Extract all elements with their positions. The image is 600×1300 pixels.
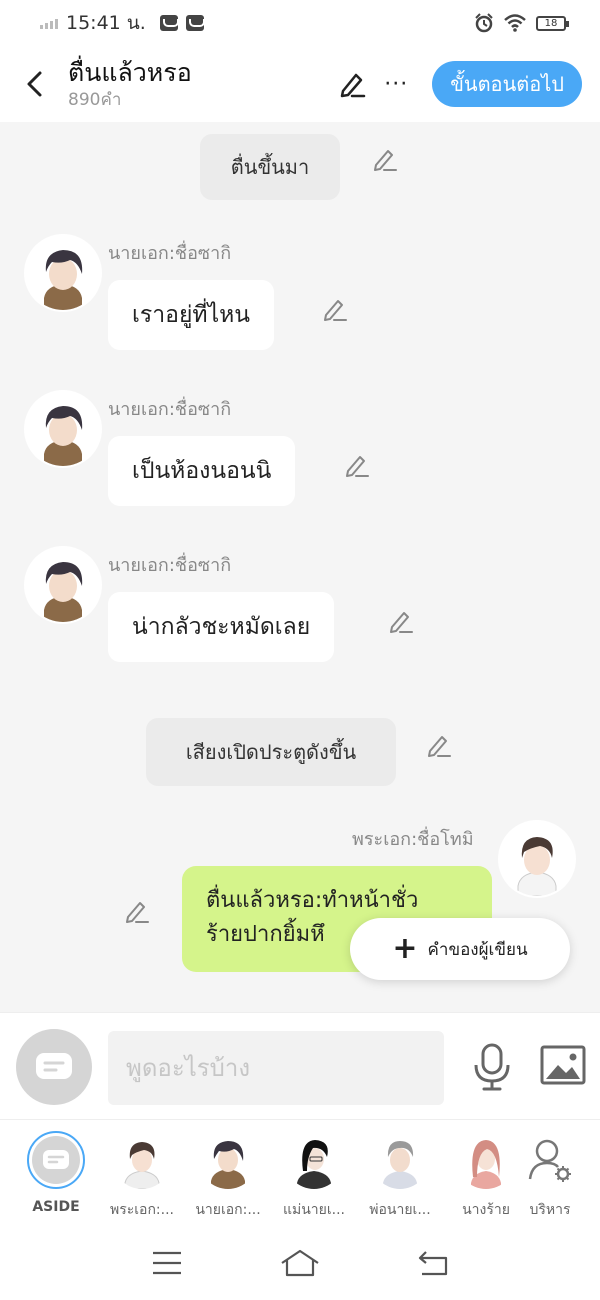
battery-icon: 18 bbox=[536, 15, 569, 31]
edit-message-icon[interactable] bbox=[320, 294, 350, 324]
back-arrow-icon bbox=[419, 1251, 448, 1276]
narration-bubble[interactable]: เสียงเปิดประตูดังขึ้น bbox=[146, 718, 396, 786]
header: ตื่นแล้วหรอ 890คำ ··· ขั้นตอนต่อไป bbox=[0, 46, 600, 122]
menu-icon bbox=[152, 1251, 181, 1275]
character-saki[interactable]: นายเอก:... bbox=[188, 1131, 268, 1221]
avatar-saki[interactable] bbox=[26, 548, 100, 622]
character-aside[interactable]: ASIDE bbox=[16, 1131, 96, 1215]
character-selector: ASIDE พระเอก:... นายเอก:... แม่นายเ... พ… bbox=[0, 1121, 600, 1226]
plus-icon: + bbox=[392, 931, 418, 966]
message-input[interactable] bbox=[108, 1031, 444, 1105]
edit-message-icon[interactable] bbox=[122, 896, 152, 926]
message-line: ตื่นแล้วหรอ:ทำหน้าชั่ว bbox=[206, 888, 419, 913]
speaker-name: นายเอก:ชื่อซากิ bbox=[108, 555, 232, 576]
aside-toggle-button[interactable] bbox=[16, 1029, 92, 1105]
page-title: ตื่นแล้วหรอ bbox=[68, 58, 192, 87]
avatar-saki[interactable] bbox=[26, 236, 100, 310]
next-step-button[interactable]: ขั้นตอนต่อไป bbox=[432, 61, 582, 107]
image-icon bbox=[540, 1045, 586, 1085]
home-nav-button[interactable] bbox=[278, 1245, 322, 1281]
character-tomi[interactable]: พระเอก:... bbox=[102, 1131, 182, 1221]
edit-narration-icon[interactable] bbox=[424, 730, 454, 760]
author-note-label: คำของผู้เขียน bbox=[427, 939, 528, 960]
back-nav-button[interactable] bbox=[411, 1245, 455, 1281]
user-settings-icon bbox=[528, 1139, 571, 1182]
back-button[interactable] bbox=[8, 54, 60, 114]
manage-characters-button[interactable]: บริหาร bbox=[510, 1131, 590, 1221]
author-note-button[interactable]: + คำของผู้เขียน bbox=[350, 918, 570, 980]
speaker-name: พระเอก:ชื่อโทมิ bbox=[352, 829, 474, 850]
chevron-left-icon bbox=[27, 71, 42, 97]
wifi-icon bbox=[504, 14, 526, 32]
mail-icon bbox=[185, 15, 205, 31]
narration-bubble[interactable]: ตื่นขึ้นมา bbox=[200, 134, 340, 200]
status-bar: 15:41 น. 18 bbox=[0, 0, 600, 46]
microphone-icon bbox=[474, 1043, 510, 1091]
alarm-icon bbox=[475, 13, 493, 33]
word-count: 890คำ bbox=[68, 90, 122, 110]
character-name: พระเอก:... bbox=[109, 1202, 174, 1218]
avatar-saki[interactable] bbox=[26, 392, 100, 466]
message-input-bar bbox=[0, 1012, 600, 1120]
chat-area[interactable]: ตื่นขึ้นมา นายเอก:ชื่อซากิ เราอยู่ที่ไหน… bbox=[0, 122, 600, 1012]
status-time: 15:41 น. bbox=[66, 12, 146, 34]
chat-bubble-icon bbox=[43, 1150, 69, 1169]
edit-narration-icon[interactable] bbox=[370, 144, 400, 174]
microphone-button[interactable] bbox=[470, 1043, 514, 1091]
image-button[interactable] bbox=[540, 1045, 586, 1087]
menu-nav-button[interactable] bbox=[145, 1245, 189, 1281]
character-name: บริหาร bbox=[529, 1202, 571, 1218]
chat-bubble-icon bbox=[36, 1053, 72, 1079]
character-name: แม่นายเ... bbox=[282, 1202, 346, 1218]
message-bubble[interactable]: เราอยู่ที่ไหน bbox=[108, 280, 275, 350]
message-bubble[interactable]: เป็นห้องนอนนิ bbox=[108, 436, 296, 506]
pencil-icon bbox=[340, 73, 366, 98]
home-icon bbox=[281, 1249, 319, 1277]
edit-message-icon[interactable] bbox=[342, 450, 372, 480]
character-father[interactable]: พ่อนายเ... bbox=[360, 1131, 440, 1221]
system-nav-bar bbox=[0, 1226, 600, 1300]
character-mother[interactable]: แม่นายเ... bbox=[274, 1131, 354, 1221]
signal-icon bbox=[40, 17, 58, 29]
edit-title-button[interactable] bbox=[332, 64, 372, 104]
character-name: พ่อนายเ... bbox=[369, 1202, 431, 1218]
speaker-name: นายเอก:ชื่อซากิ bbox=[108, 399, 232, 420]
more-options-button[interactable]: ··· bbox=[376, 64, 416, 104]
message-bubble[interactable]: น่ากลัวชะหมัดเลย bbox=[108, 592, 335, 662]
character-name: ASIDE bbox=[32, 1199, 80, 1215]
avatar-tomi[interactable] bbox=[500, 822, 574, 896]
speaker-name: นายเอก:ชื่อซากิ bbox=[108, 243, 232, 264]
notification-icon bbox=[159, 15, 179, 31]
edit-message-icon[interactable] bbox=[386, 606, 416, 636]
character-name: นายเอก:... bbox=[195, 1202, 261, 1218]
